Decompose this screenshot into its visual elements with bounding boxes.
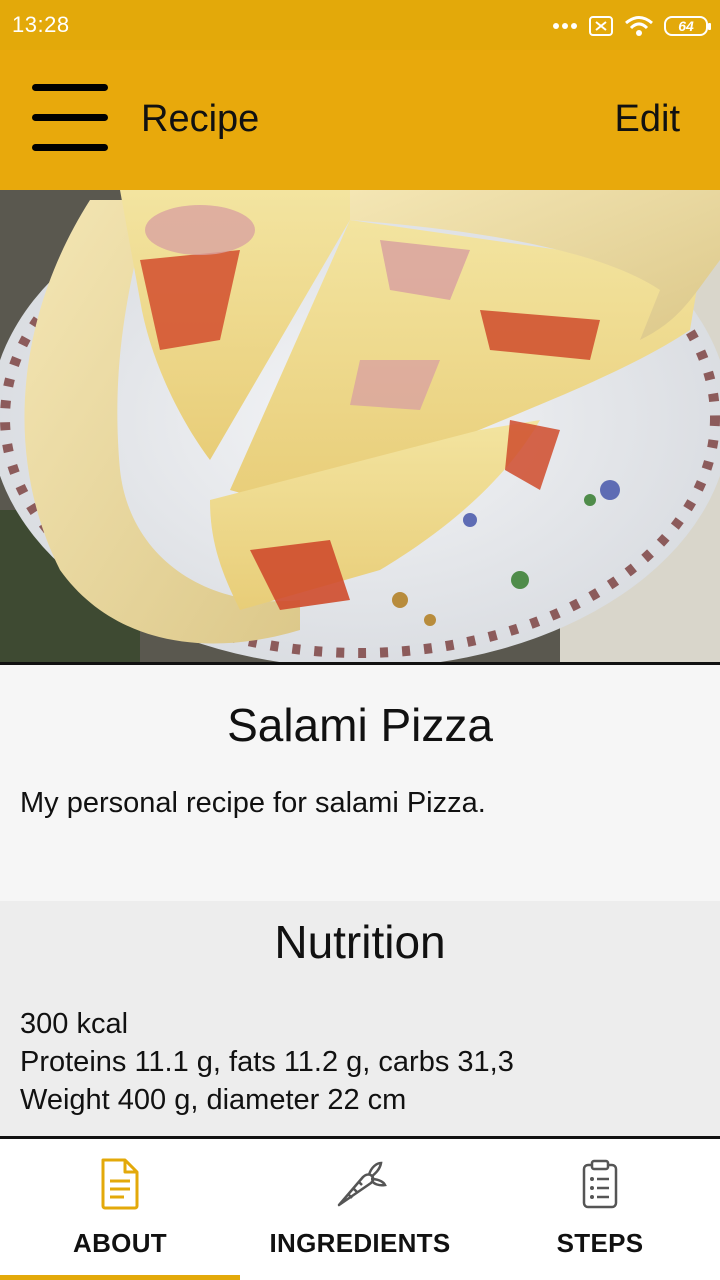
nutrition-macros: Proteins 11.1 g, fats 11.2 g, carbs 31,3 [20,1046,514,1078]
status-time: 13:28 [12,12,70,37]
tab-label: ABOUT [73,1228,167,1258]
tab-ingredients[interactable]: INGREDIENTS [240,1139,480,1280]
menu-button[interactable] [30,84,110,156]
page-title: Recipe [141,98,260,140]
nutrition-heading: Nutrition [274,916,446,968]
clipboard-list-icon [582,1159,618,1209]
about-section: Salami Pizza My personal recipe for sala… [0,665,720,901]
nutrition-section: Nutrition 300 kcal Proteins 11.1 g, fats… [0,901,720,1137]
recipe-photo [0,190,720,662]
more-dots-icon [553,23,577,29]
no-sim-icon [589,16,613,36]
nutrition-details: 300 kcal Proteins 11.1 g, fats 11.2 g, c… [20,1005,514,1119]
tab-about[interactable]: ABOUT [0,1139,240,1280]
tab-steps[interactable]: STEPS [480,1139,720,1280]
active-tab-indicator [0,1275,240,1280]
edit-button[interactable]: Edit [615,98,680,141]
status-icons: 64 [552,12,711,40]
status-bar: 13:28 64 [0,0,720,50]
carrot-icon [337,1161,387,1207]
tab-label: INGREDIENTS [269,1228,451,1258]
document-icon [101,1158,139,1210]
menu-icon [32,84,108,91]
nutrition-calories: 300 kcal [20,1008,129,1040]
bottom-tab-bar: ABOUT INGREDIENTS STEPS [0,1139,720,1280]
app-bar: Recipe Edit [0,50,720,190]
battery-icon: 64 [664,16,711,36]
recipe-name: Salami Pizza [227,699,493,751]
nutrition-weight: Weight 400 g, diameter 22 cm [20,1084,407,1116]
wifi-icon [625,16,653,36]
recipe-description: My personal recipe for salami Pizza. [20,787,486,819]
tab-label: STEPS [556,1228,644,1258]
